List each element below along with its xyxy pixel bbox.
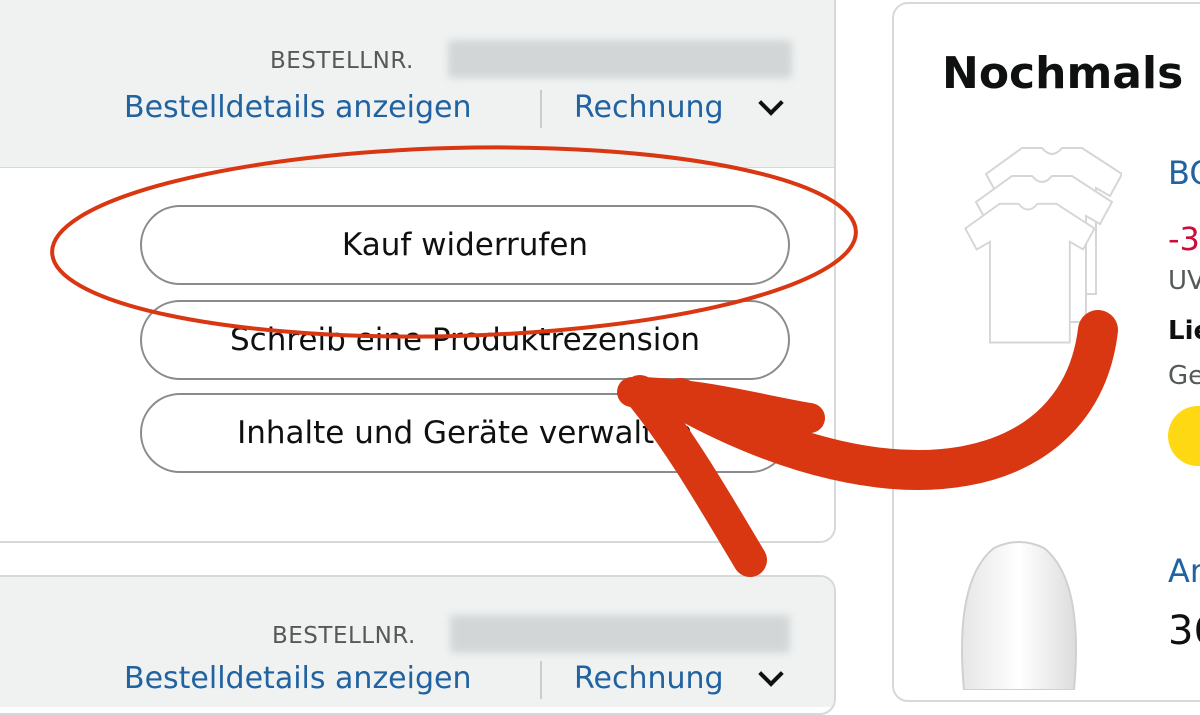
order-header: BESTELLNR. Bestelldetails anzeigen Rechn…: [0, 0, 834, 168]
product-title-link[interactable]: Am: [1168, 552, 1200, 590]
invoice-link[interactable]: Rechnung: [574, 661, 724, 696]
buy-again-title: Nochmals kaufen: [942, 48, 1200, 99]
order-number-redacted: [450, 615, 790, 653]
product-title-link[interactable]: BOSS: [1168, 154, 1200, 192]
order-number-redacted: [448, 40, 792, 78]
product-image-lamp[interactable]: [954, 540, 1084, 690]
product-discount: -3: [1168, 220, 1200, 258]
order-details-link[interactable]: Bestelldetails anzeigen: [124, 90, 472, 125]
chevron-down-icon[interactable]: [758, 661, 784, 687]
link-separator: [540, 90, 542, 128]
order-card: BESTELLNR. Bestelldetails anzeigen Rechn…: [0, 0, 836, 543]
order-card: BESTELLNR. Bestelldetails anzeigen Rechn…: [0, 575, 836, 715]
link-separator: [540, 661, 542, 699]
order-header: BESTELLNR. Bestelldetails anzeigen Rechn…: [0, 577, 834, 707]
buy-again-panel: Nochmals kaufen BOSS -3 UV Lie Ge Am 36: [892, 2, 1200, 702]
order-number-label: BESTELLNR.: [270, 48, 414, 74]
order-details-link[interactable]: Bestelldetails anzeigen: [124, 661, 472, 696]
product-price: 36: [1168, 608, 1200, 654]
product-delivery-info: Lie: [1168, 316, 1200, 346]
manage-content-devices-button[interactable]: Inhalte und Geräte verwalten: [140, 393, 790, 473]
chevron-down-icon[interactable]: [758, 90, 784, 116]
write-review-button[interactable]: Schreib eine Produktrezension: [140, 300, 790, 380]
add-to-cart-button[interactable]: [1168, 406, 1200, 466]
cancel-purchase-button[interactable]: Kauf widerrufen: [140, 205, 790, 285]
invoice-link[interactable]: Rechnung: [574, 90, 724, 125]
product-shipping-info: Ge: [1168, 361, 1200, 391]
product-price-info: UV: [1168, 266, 1200, 296]
product-image-tshirts[interactable]: [962, 144, 1122, 344]
order-number-label: BESTELLNR.: [272, 623, 416, 649]
